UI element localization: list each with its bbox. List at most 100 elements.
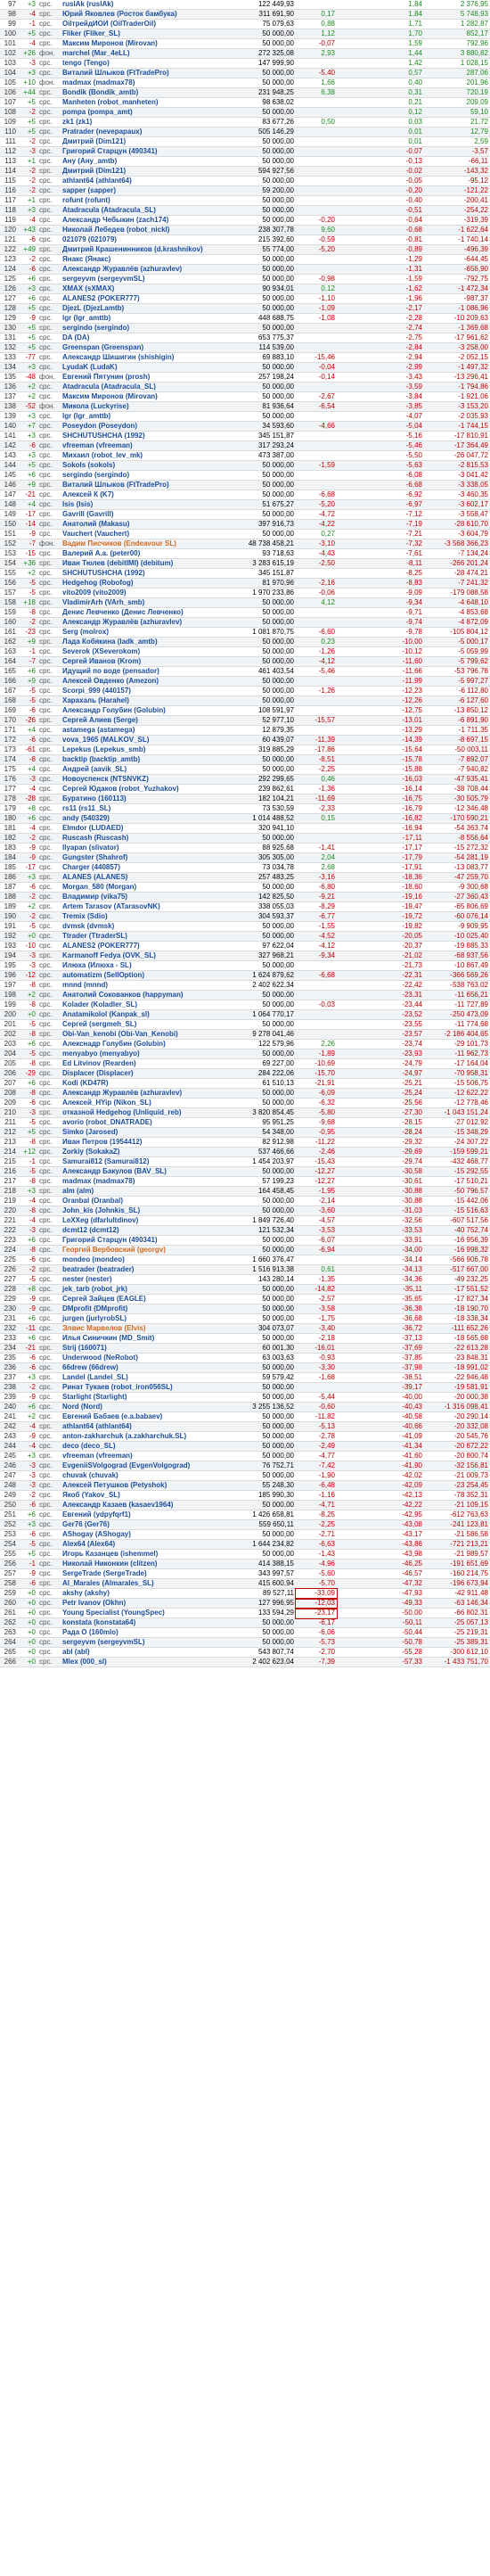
cell-participant-name[interactable]: Artem Tarasov (ATarasovNK) [61,901,216,913]
cell-participant-name[interactable]: sapper (sapper) [61,185,216,197]
cell-participant-name[interactable]: Atadracula (Atadracula_SL) [61,382,216,393]
cell-participant-name[interactable]: SHCHUTUSHCHA (1992) [61,431,216,442]
cell-participant-name[interactable]: automatizm (SellOption) [61,970,216,982]
cell-participant-name[interactable]: VladimirArh (VArh_smb) [61,597,216,609]
cell-participant-name[interactable]: OilтрейдИОИ (OilTraderOil) [61,19,216,30]
cell-participant-name[interactable]: chuvak (chuvak) [61,1470,216,1482]
cell-participant-name[interactable]: Виталий Шлыков (FtTradePro) [61,68,216,79]
cell-participant-name[interactable]: Landel (Landel_SL) [61,1372,216,1384]
cell-participant-name[interactable]: Новоуспенск (NTSNVKZ) [61,774,216,786]
cell-participant-name[interactable]: vfreeman (vfreeman) [61,1451,216,1462]
cell-participant-name[interactable]: marchel (Mar_4eLL) [61,48,216,60]
cell-participant-name[interactable]: 021079 (021079) [61,235,216,246]
cell-participant-name[interactable]: Greenspan (Greenspan) [61,342,216,354]
cell-participant-name[interactable]: Ruscash (Ruscash) [61,833,216,844]
cell-participant-name[interactable]: Максим Миронов (Mirovan) [61,38,216,50]
cell-participant-name[interactable]: Oranbal (Oranbal) [61,1196,216,1207]
cell-participant-name[interactable]: madmax (madmax78) [61,1176,216,1188]
cell-participant-name[interactable]: alm (alm) [61,1186,216,1197]
cell-participant-name[interactable]: sergindo (sergindo) [61,470,216,481]
cell-participant-name[interactable]: LeXXeg (dfarlultdinov) [61,1215,216,1227]
cell-participant-name[interactable]: Mlex (000_sl) [61,1657,216,1668]
cell-participant-name[interactable]: Игорь Казанцев (ishemmel) [61,1549,216,1560]
cell-participant-name[interactable]: Vauchert (Vauchert) [61,529,216,540]
cell-participant-name[interactable]: Kolader (Koladler_SL) [61,1000,216,1011]
cell-participant-name[interactable]: Simko (Jarosed) [61,1127,216,1139]
cell-participant-name[interactable]: ruslAk (ruslAk) [61,0,216,11]
cell-participant-name[interactable]: Obi-Van_kenobi (Obi-Van_Kenobi) [61,1029,216,1041]
cell-participant-name[interactable]: Petr Ivanov (Okhn) [61,1598,216,1609]
cell-participant-name[interactable]: Александр Голубин (Golubin) [61,705,216,717]
cell-participant-name[interactable]: Al_Marales (Almarales_SL) [61,1578,216,1590]
cell-participant-name[interactable]: sergindo (sergindo) [61,323,216,334]
cell-participant-name[interactable]: Юрий Яковлев (Росток бамбука) [61,9,216,21]
cell-participant-name[interactable]: Strij (160071) [61,1343,216,1354]
cell-participant-name[interactable]: athlant64 (athlant64) [61,176,216,187]
cell-participant-name[interactable]: DA (DA) [61,333,216,344]
cell-participant-name[interactable]: Starlight (Starlight) [61,1392,216,1403]
cell-participant-name[interactable]: Андрей (aavik_SL) [61,764,216,776]
cell-participant-name[interactable]: ALANES2 (POKER777) [61,941,216,952]
cell-participant-name[interactable]: EvgeniiSVolgograd (EvgenVolgograd) [61,1461,216,1472]
cell-participant-name[interactable]: Григорий Старцун (490341) [61,146,216,158]
cell-participant-name[interactable]: Hedgehog (Robofog) [61,578,216,589]
cell-participant-name[interactable]: Янакс (Янакс) [61,254,216,266]
cell-participant-name[interactable]: Сергей Юдаков (robot_Yuzhakov) [61,784,216,795]
cell-participant-name[interactable]: XMAX (sXMAX) [61,284,216,295]
cell-participant-name[interactable]: ALANES2 (POKER777) [61,293,216,305]
cell-participant-name[interactable]: Gungster (Shahrof) [61,852,216,864]
cell-participant-name[interactable]: Алексей_НYip (Nikon_SL) [61,1098,216,1109]
cell-participant-name[interactable]: SergeTrade (SergeTrade) [61,1568,216,1580]
cell-participant-name[interactable]: Анатолий (Makasu) [61,519,216,531]
cell-participant-name[interactable]: Лада Кобякина (ladk_amtb) [61,637,216,648]
cell-participant-name[interactable]: Lepekus (Lepekus_smb) [61,745,216,756]
cell-participant-name[interactable]: Денис Левченко (Денис Левченко) [61,607,216,619]
cell-participant-name[interactable]: Алексей Овденко (Amezon) [61,676,216,687]
cell-participant-name[interactable]: John_kis (Johnkis_SL) [61,1206,216,1217]
cell-participant-name[interactable]: Алексей К (K7) [61,490,216,501]
cell-participant-name[interactable]: Сергей Иванов (Krom) [61,656,216,668]
cell-participant-name[interactable]: Bondik (Bondik_amtb) [61,87,216,99]
cell-participant-name[interactable]: Сергей Зайцев (EAGLE) [61,1294,216,1305]
cell-participant-name[interactable]: Serg (molrox) [61,627,216,638]
cell-participant-name[interactable]: Ed Litvinov (Rearden) [61,1058,216,1070]
cell-participant-name[interactable]: tengo (Tengo) [61,58,216,70]
cell-participant-name[interactable]: Tremix (Sdio) [61,911,216,923]
cell-participant-name[interactable]: abl (abl) [61,1647,216,1658]
cell-participant-name[interactable]: avorio (robot_DNATRADE) [61,1117,216,1129]
cell-participant-name[interactable]: Manheten (robot_manheten) [61,97,216,109]
cell-participant-name[interactable]: rs11 (rs11_SL) [61,803,216,815]
cell-participant-name[interactable]: pompa (pompa_amt) [61,107,216,119]
cell-participant-name[interactable]: Евгений Бабаев (e.a.babaev) [61,1411,216,1423]
cell-participant-name[interactable]: Владимир (vika75) [61,892,216,903]
cell-participant-name[interactable]: Nord (Nord) [61,1402,216,1413]
cell-participant-name[interactable]: Георгий Вербовский (georgv) [61,1245,216,1256]
cell-participant-name[interactable]: ALANES (ALANES) [61,872,216,884]
cell-participant-name[interactable]: astamega (astamega) [61,725,216,737]
cell-participant-name[interactable]: Евгений (ydpyfqrf1) [61,1510,216,1521]
cell-participant-name[interactable]: Михаил (robot_lev_mk) [61,450,216,462]
cell-participant-name[interactable]: Young Specialist (YoungSpec) [61,1608,216,1619]
cell-participant-name[interactable]: nester (nester) [61,1274,216,1286]
cell-participant-name[interactable]: Буратино (160113) [61,794,216,805]
cell-participant-name[interactable]: lgr (lgr_amttb) [61,313,216,325]
cell-participant-name[interactable]: Underwood (NeRobot) [61,1353,216,1364]
cell-participant-name[interactable]: Дмитрий Крашенинников (d.krashnikov) [61,244,216,256]
cell-participant-name[interactable]: Александр Бакулов (BAV_SL) [61,1166,216,1178]
cell-participant-name[interactable]: Ринат Тукаев (robot_iron056SL) [61,1382,216,1394]
cell-participant-name[interactable]: beatrader (beatrader) [61,1264,216,1276]
cell-participant-name[interactable]: Pratrader (nevepapaux) [61,127,216,138]
cell-participant-name[interactable]: Fliker (Fliker_SL) [61,29,216,40]
cell-participant-name[interactable]: sergeyvm (sergeyvmSL) [61,1637,216,1649]
cell-participant-name[interactable]: vito2009 (vito2009) [61,588,216,599]
cell-participant-name[interactable]: Ttrader (TtraderSL) [61,931,216,942]
cell-participant-name[interactable]: Александр Журавлёв (azhuravlev) [61,264,216,276]
cell-participant-name[interactable]: DMprofit (DMprofit) [61,1304,216,1315]
cell-participant-name[interactable]: Иван Петров (1954412) [61,1137,216,1148]
cell-participant-name[interactable]: Виталий Шлыков (FtTradePro) [61,480,216,491]
cell-participant-name[interactable]: Валерий А.а. (peter00) [61,548,216,560]
cell-participant-name[interactable]: jurgen (jurlyrobSL) [61,1313,216,1325]
cell-participant-name[interactable]: konstata (konstata64) [61,1617,216,1629]
cell-participant-name[interactable]: AShogay (AShogay) [61,1529,216,1541]
cell-participant-name[interactable]: mnnd (mnnd) [61,980,216,992]
